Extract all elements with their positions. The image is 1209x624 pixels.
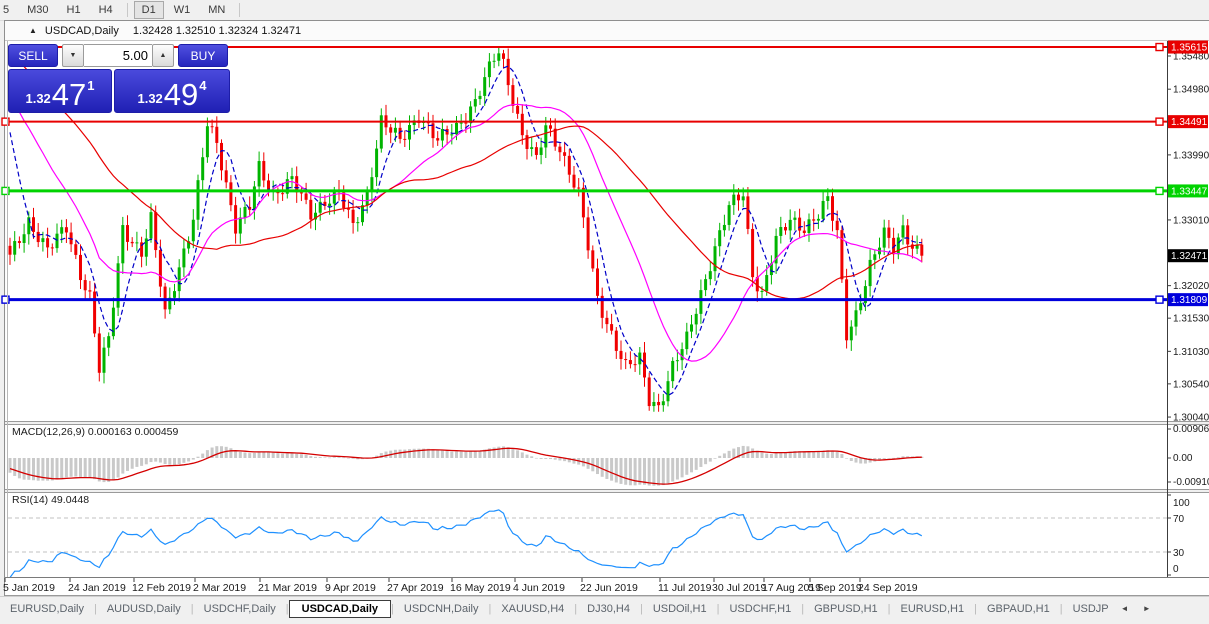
buy-price-point: 4 <box>199 78 206 93</box>
svg-text:1.34491: 1.34491 <box>1171 117 1208 128</box>
svg-text:1.34980: 1.34980 <box>1173 85 1209 96</box>
svg-text:4 Jun 2019: 4 Jun 2019 <box>513 582 565 594</box>
svg-text:27 Apr 2019: 27 Apr 2019 <box>387 582 444 594</box>
volume-decrease-icon[interactable]: ▼ <box>62 44 84 67</box>
volume-increase-icon[interactable]: ▲ <box>152 44 174 67</box>
svg-text:24 Jan 2019: 24 Jan 2019 <box>68 582 126 594</box>
volume-input[interactable] <box>84 44 152 67</box>
macd-indicator-label: MACD(12,26,9) 0.000163 0.000459 <box>12 426 178 438</box>
svg-text:100: 100 <box>1173 498 1190 509</box>
svg-text:1.31530: 1.31530 <box>1173 314 1209 325</box>
buy-button[interactable]: BUY <box>178 44 228 67</box>
one-click-trade-panel: SELL ▼ ▲ BUY 1.32 47 1 1.32 49 4 <box>8 44 228 108</box>
svg-text:5 Sep 2019: 5 Sep 2019 <box>808 582 862 594</box>
svg-text:16 May 2019: 16 May 2019 <box>450 582 511 594</box>
svg-text:9 Apr 2019: 9 Apr 2019 <box>325 582 376 594</box>
svg-text:21 Mar 2019: 21 Mar 2019 <box>258 582 317 594</box>
svg-text:11 Jul 2019: 11 Jul 2019 <box>658 582 712 594</box>
svg-text:0.009062: 0.009062 <box>1173 424 1209 435</box>
sell-price-display[interactable]: 1.32 47 1 <box>8 69 112 113</box>
svg-text:1.32471: 1.32471 <box>1171 251 1208 262</box>
svg-text:1.33447: 1.33447 <box>1171 186 1208 197</box>
trading-app: 5M30H1H4D1W1MN ▲ USDCAD,Daily 1.32428 1.… <box>0 0 1209 624</box>
sell-price-prefix: 1.32 <box>25 91 50 106</box>
svg-text:1.31030: 1.31030 <box>1173 347 1209 358</box>
svg-text:1.31809: 1.31809 <box>1171 295 1208 306</box>
svg-text:24 Sep 2019: 24 Sep 2019 <box>858 582 918 594</box>
svg-text:1.33990: 1.33990 <box>1173 150 1209 161</box>
svg-text:1.32020: 1.32020 <box>1173 281 1209 292</box>
svg-text:2 Mar 2019: 2 Mar 2019 <box>193 582 246 594</box>
svg-text:-0.009107: -0.009107 <box>1173 477 1209 488</box>
rsi-indicator-label: RSI(14) 49.0448 <box>12 494 89 506</box>
svg-text:1.35615: 1.35615 <box>1171 43 1208 54</box>
svg-text:1.33010: 1.33010 <box>1173 215 1209 226</box>
buy-price-display[interactable]: 1.32 49 4 <box>114 69 230 113</box>
svg-text:0.00: 0.00 <box>1173 453 1193 464</box>
svg-text:1.30540: 1.30540 <box>1173 379 1209 390</box>
svg-text:5 Jan 2019: 5 Jan 2019 <box>3 582 55 594</box>
sell-price-point: 1 <box>87 78 94 93</box>
svg-text:70: 70 <box>1173 514 1185 525</box>
trade-panel-top-row: SELL ▼ ▲ BUY <box>8 44 228 67</box>
svg-text:12 Feb 2019: 12 Feb 2019 <box>132 582 191 594</box>
svg-text:0: 0 <box>1173 564 1179 575</box>
svg-text:30: 30 <box>1173 548 1185 559</box>
buy-price-pips: 49 <box>164 81 198 109</box>
buy-price-prefix: 1.32 <box>137 91 162 106</box>
svg-text:1.30040: 1.30040 <box>1173 413 1209 424</box>
svg-text:30 Jul 2019: 30 Jul 2019 <box>712 582 766 594</box>
sell-button[interactable]: SELL <box>8 44 58 67</box>
volume-stepper: ▼ ▲ <box>62 44 174 67</box>
sell-price-pips: 47 <box>52 81 86 109</box>
svg-text:22 Jun 2019: 22 Jun 2019 <box>580 582 638 594</box>
